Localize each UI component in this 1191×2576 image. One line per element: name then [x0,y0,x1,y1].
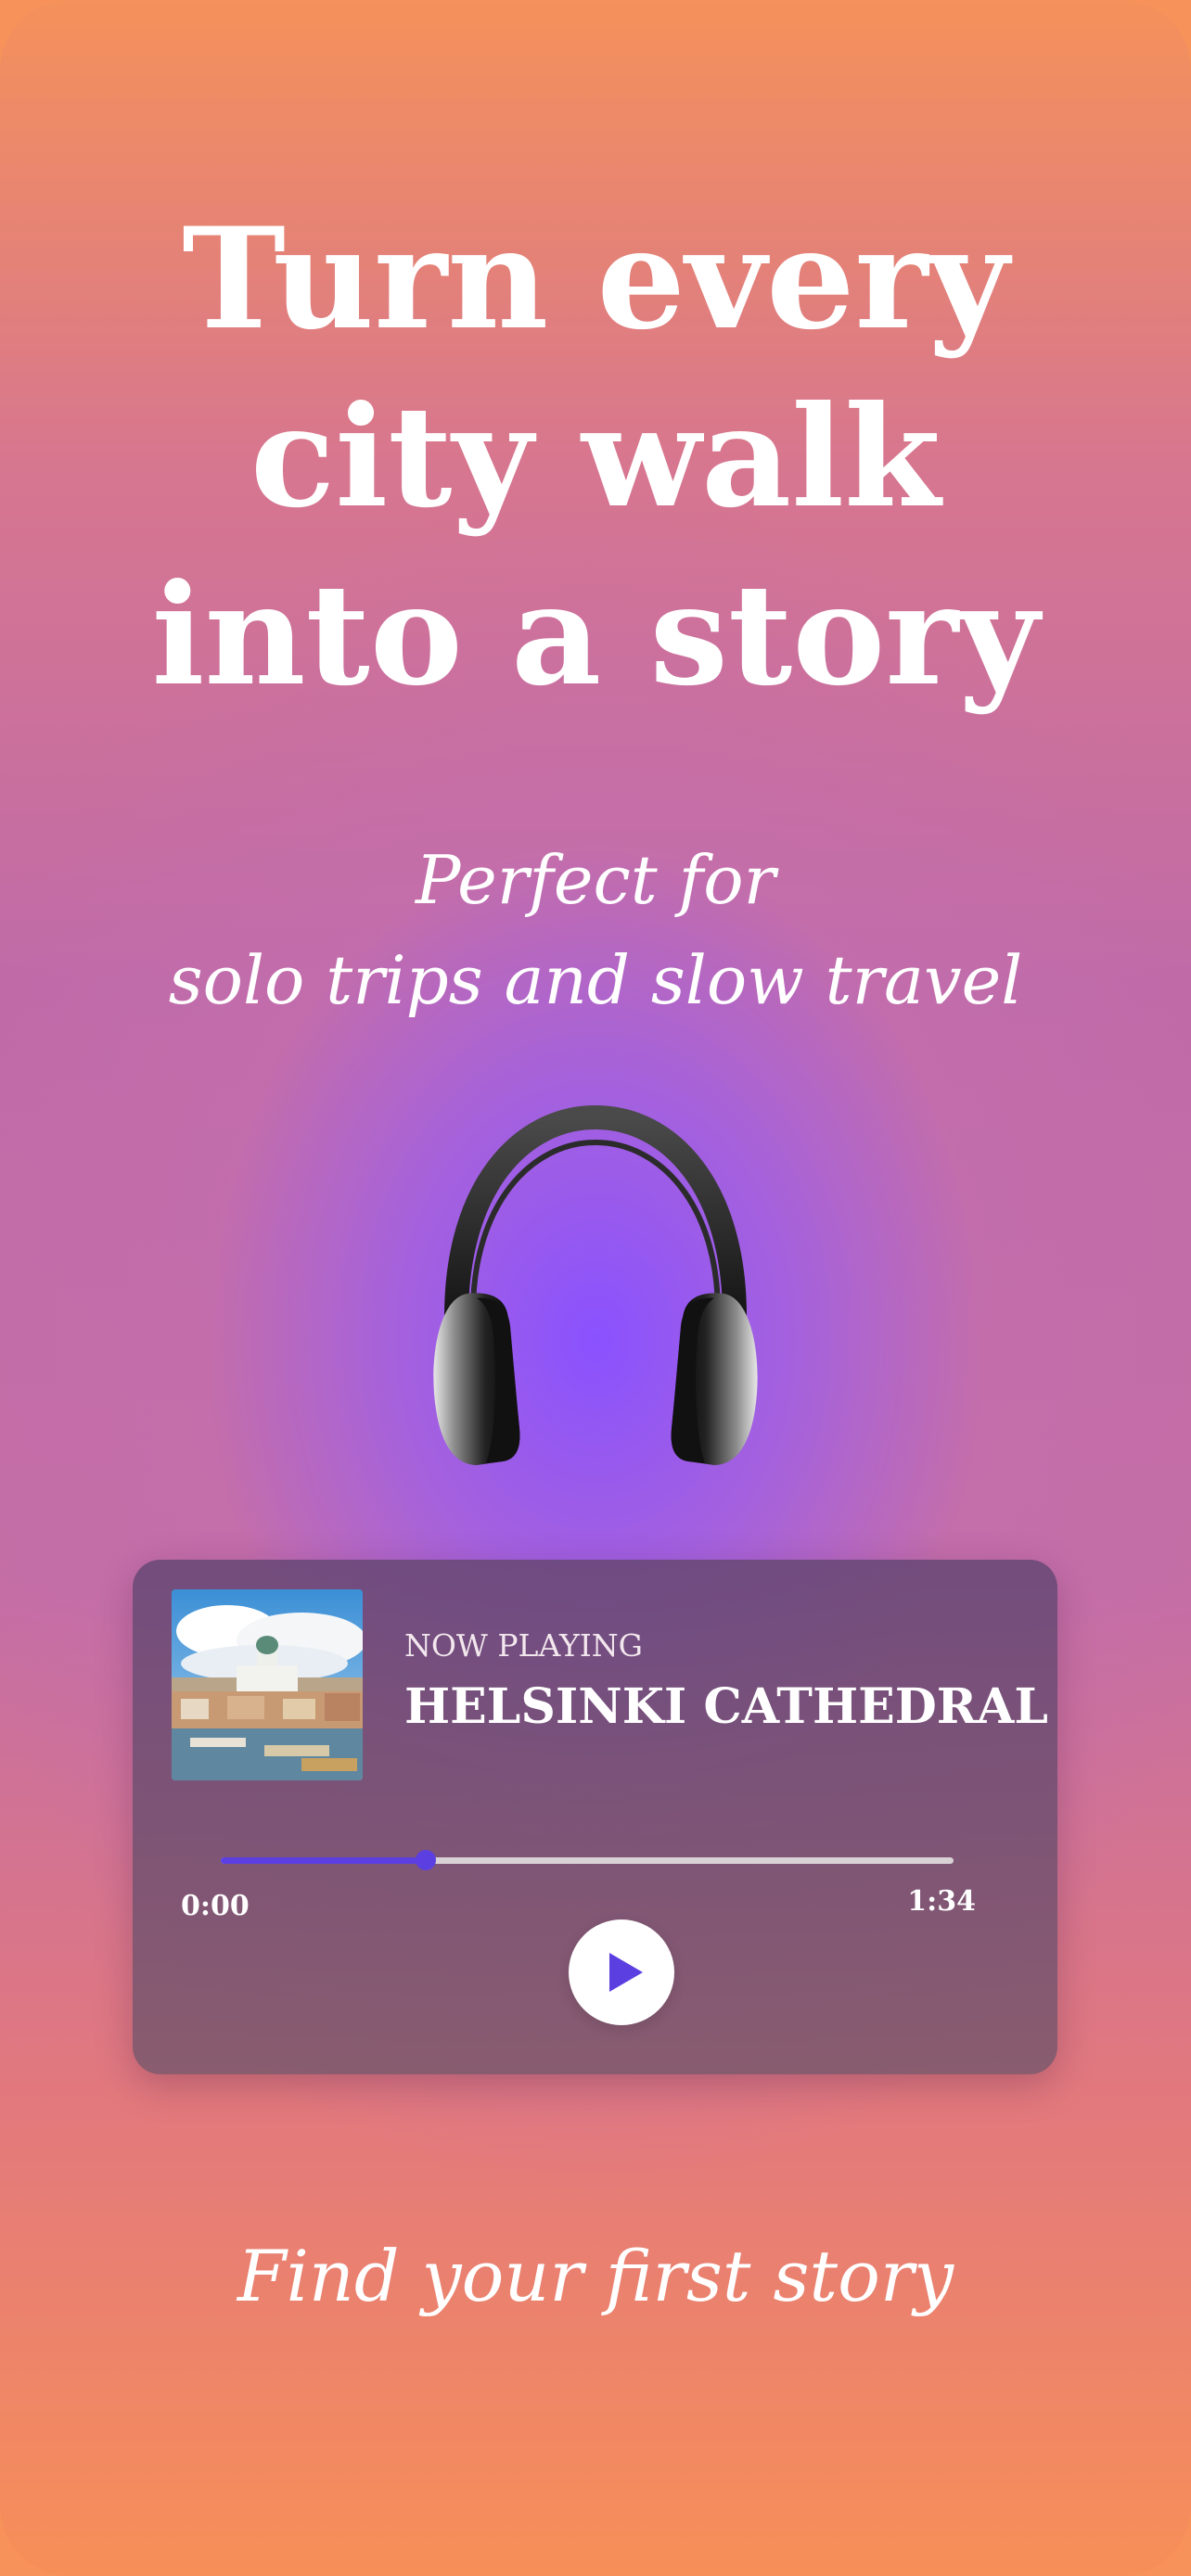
progress-fill [221,1857,427,1864]
play-icon [609,1953,643,1992]
progress-handle[interactable] [416,1850,437,1870]
now-playing-label: NOW PLAYING [404,1627,644,1664]
subheadline: Perfect for solo trips and slow travel [0,830,1191,1030]
elapsed-time: 0:00 [181,1890,250,1922]
find-first-story-link[interactable]: Find your first story [0,2235,1191,2317]
subhead-line-2: solo trips and slow travel [168,941,1023,1019]
play-button[interactable] [569,1919,674,2025]
headline: Turn every city walk into a story [151,198,1040,717]
total-time: 1:34 [907,1885,976,1918]
track-title: HELSINKI CATHEDRAL [404,1678,1048,1735]
progress-slider[interactable] [221,1850,954,1870]
now-playing-card: NOW PLAYING HELSINKI CATHEDRAL 0:00 1:34 [133,1560,1057,2074]
headphones-icon [419,1103,772,1474]
onboarding-screen: Turn every city walk into a story Perfec… [0,0,1191,2576]
subhead-line-1: Perfect for [415,841,776,919]
cathedral-thumbnail [172,1589,363,1780]
